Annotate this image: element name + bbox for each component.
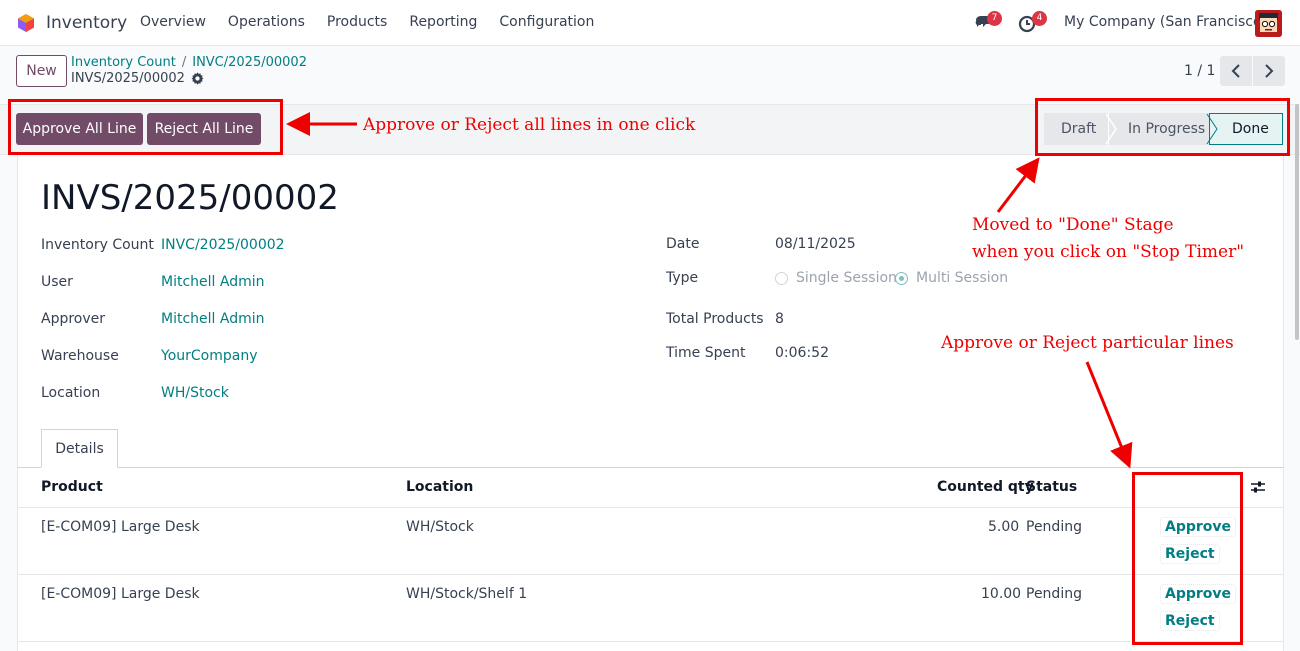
field-label-warehouse: Warehouse — [41, 348, 119, 364]
breadcrumb-current-label: INVS/2025/00002 — [71, 71, 185, 86]
pager-value[interactable]: 1 / 1 — [1184, 63, 1215, 79]
activities-badge: 4 — [1032, 11, 1047, 26]
company-switcher[interactable]: My Company (San Francisco) — [1064, 14, 1267, 30]
annotation-box-line-buttons — [1132, 472, 1243, 645]
row-2-status: Pending — [1026, 586, 1082, 602]
row-separator — [17, 574, 1284, 575]
row-1-status: Pending — [1026, 519, 1082, 535]
row-1-qty[interactable]: 5.00 — [988, 519, 1019, 535]
field-total-products: 8 — [775, 311, 784, 327]
radio-single-session-label: Single Session — [796, 270, 897, 286]
breadcrumb-invc[interactable]: INVC/2025/00002 — [192, 55, 307, 70]
field-label-user: User — [41, 274, 73, 290]
annotation-box-stages — [1035, 98, 1290, 156]
column-header-status[interactable]: Status — [1026, 479, 1077, 495]
pager-next-button[interactable] — [1253, 56, 1285, 86]
record-title: INVS/2025/00002 — [41, 178, 339, 218]
row-1-location[interactable]: WH/Stock — [406, 519, 474, 535]
pager-previous-button[interactable] — [1220, 56, 1252, 86]
menu-products[interactable]: Products — [327, 14, 387, 30]
field-label-approver: Approver — [41, 311, 106, 327]
chevron-left-icon — [1231, 64, 1240, 78]
row-2-product[interactable]: [E-COM09] Large Desk — [41, 586, 200, 602]
annotation-lines-text: Approve or Reject particular lines — [941, 333, 1234, 353]
breadcrumb-inventory-count[interactable]: Inventory Count — [71, 55, 176, 70]
column-header-location[interactable]: Location — [406, 479, 473, 495]
main-menu: Overview Operations Products Reporting C… — [140, 14, 616, 30]
chevron-right-icon — [1265, 64, 1274, 78]
field-label-type: Type — [666, 270, 699, 286]
annotation-stage-text-2: when you click on "Stop Timer" — [972, 242, 1245, 262]
row-2-location[interactable]: WH/Stock/Shelf 1 — [406, 586, 527, 602]
header-separator — [17, 507, 1284, 508]
menu-configuration[interactable]: Configuration — [499, 14, 594, 30]
inventory-app-icon[interactable] — [16, 13, 36, 33]
app-name[interactable]: Inventory — [46, 13, 127, 33]
menu-operations[interactable]: Operations — [228, 14, 305, 30]
row-1-product[interactable]: [E-COM09] Large Desk — [41, 519, 200, 535]
annotation-bulk-text: Approve or Reject all lines in one click — [363, 115, 696, 135]
field-time-spent: 0:06:52 — [775, 345, 829, 361]
radio-single-session[interactable] — [775, 272, 788, 285]
field-label-time-spent: Time Spent — [666, 345, 746, 361]
user-avatar[interactable] — [1255, 10, 1282, 37]
top-navbar: Inventory Overview Operations Products R… — [0, 0, 1300, 46]
field-label-location: Location — [41, 385, 101, 401]
tab-details[interactable]: Details — [41, 429, 118, 468]
field-warehouse[interactable]: YourCompany — [161, 348, 258, 364]
annotation-stage-text-1: Moved to "Done" Stage — [972, 215, 1174, 235]
field-user[interactable]: Mitchell Admin — [161, 274, 265, 290]
row-2-qty[interactable]: 10.00 — [981, 586, 1021, 602]
radio-multi-session-label: Multi Session — [916, 270, 1009, 286]
tab-underline — [17, 467, 1284, 468]
menu-reporting[interactable]: Reporting — [409, 14, 477, 30]
field-label-total-products: Total Products — [666, 311, 764, 327]
gear-icon[interactable] — [191, 72, 204, 85]
field-label-inventory-count: Inventory Count — [41, 237, 154, 253]
column-header-product[interactable]: Product — [41, 479, 103, 495]
annotation-box-bulk-buttons — [8, 99, 283, 155]
breadcrumb: Inventory Count / INVC/2025/00002 — [71, 55, 307, 70]
messages-badge: 7 — [987, 11, 1002, 26]
field-date[interactable]: 08/11/2025 — [775, 236, 856, 252]
field-label-date: Date — [666, 236, 700, 252]
field-inventory-count[interactable]: INVC/2025/00002 — [161, 237, 285, 253]
menu-overview[interactable]: Overview — [140, 14, 206, 30]
breadcrumb-current: INVS/2025/00002 — [71, 71, 204, 86]
field-location[interactable]: WH/Stock — [161, 385, 229, 401]
field-approver[interactable]: Mitchell Admin — [161, 311, 265, 327]
row-separator — [17, 641, 1284, 642]
scrollbar[interactable] — [1295, 104, 1299, 340]
new-button[interactable]: New — [16, 55, 67, 87]
column-header-counted-qty[interactable]: Counted qty — [937, 479, 1034, 495]
breadcrumb-separator: / — [181, 55, 187, 70]
pager-buttons — [1220, 56, 1285, 86]
radio-multi-session[interactable] — [895, 272, 908, 285]
optional-columns-icon[interactable] — [1250, 480, 1266, 494]
